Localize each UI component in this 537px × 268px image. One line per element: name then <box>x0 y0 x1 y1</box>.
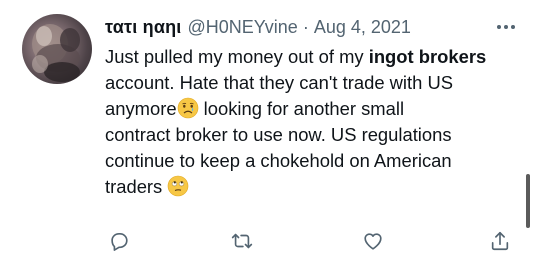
tweet-actions <box>0 224 537 260</box>
face-with-rolling-eyes-emoji <box>167 175 189 197</box>
tweet-header: τατι ηαηι @H0NEYvine · Aug 4, 2021 <box>105 14 411 40</box>
tweet-date[interactable]: Aug 4, 2021 <box>314 17 411 38</box>
tweet-text-line-4: contract broker to use now. US regulatio… <box>105 124 452 145</box>
display-name[interactable]: τατι ηαηι <box>105 17 182 38</box>
tweet-text-line-1: Just pulled my money out of my <box>105 46 369 67</box>
tweet-text-line-6: traders <box>105 176 168 197</box>
tweet-text-line-5: continue to keep a chokehold on American <box>105 150 452 171</box>
meta-separator: · <box>302 16 309 37</box>
user-handle[interactable]: @H0NEYvine <box>188 17 298 38</box>
tweet[interactable]: τατι ηαηι @H0NEYvine · Aug 4, 2021 Just … <box>0 0 537 268</box>
tweet-text: Just pulled my money out of my ingot bro… <box>105 44 525 200</box>
tweet-text-line-2: account. Hate that they can't trade with… <box>105 72 454 93</box>
reply-icon[interactable] <box>102 224 136 258</box>
avatar[interactable] <box>22 14 92 84</box>
scrollbar-thumb[interactable] <box>526 174 530 228</box>
more-options-icon[interactable] <box>492 14 520 40</box>
like-icon[interactable] <box>356 224 390 258</box>
tweet-text-line-3: anymore <box>105 98 177 119</box>
tweet-text-line-3-rest: looking for another small <box>198 98 405 119</box>
share-icon[interactable] <box>483 224 517 258</box>
crying-face-emoji <box>177 97 199 119</box>
retweet-icon[interactable] <box>225 224 259 258</box>
tweet-text-bold-brand: ingot brokers <box>368 46 487 67</box>
